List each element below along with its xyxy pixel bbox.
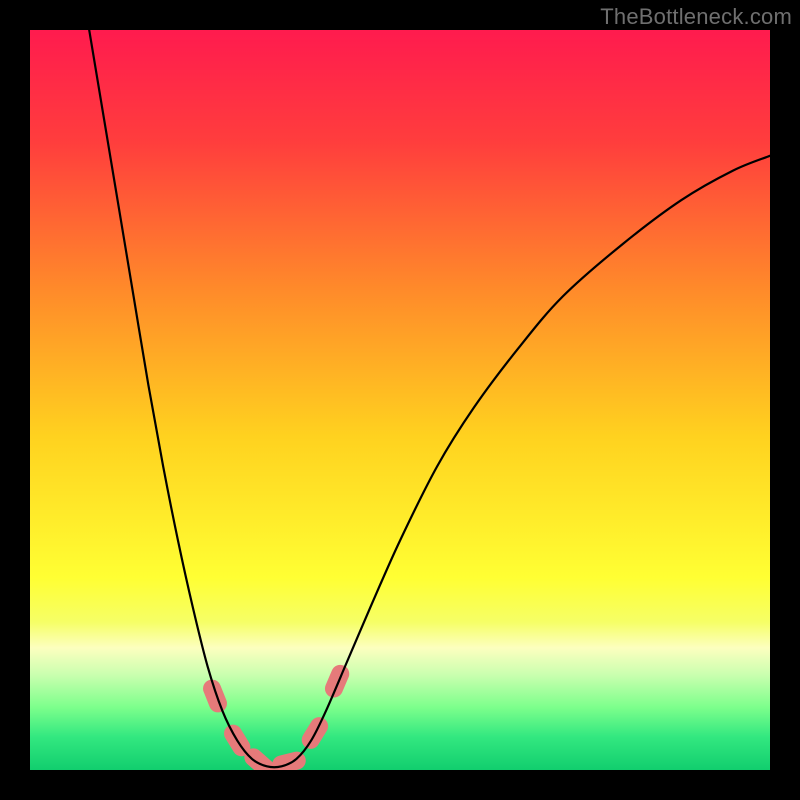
- watermark-text: TheBottleneck.com: [600, 4, 792, 30]
- chart-background: [30, 30, 770, 770]
- chart-svg: [30, 30, 770, 770]
- chart-frame: [30, 30, 770, 770]
